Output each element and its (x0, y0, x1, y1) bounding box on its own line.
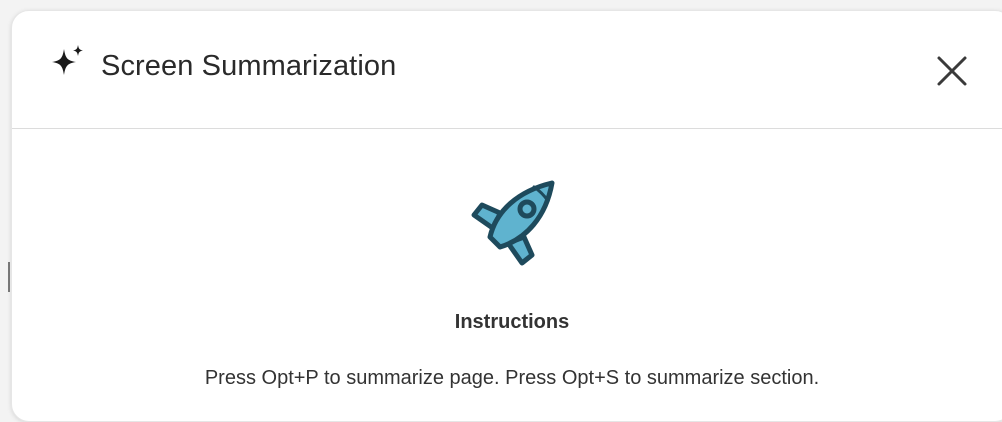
dialog-header: Screen Summarization (12, 11, 1002, 129)
instructions-heading: Instructions (454, 311, 570, 333)
close-icon (937, 56, 967, 86)
close-button[interactable] (930, 49, 974, 93)
summarization-dialog: Screen Summarization Instructions Press … (11, 10, 1002, 422)
dialog-title: Screen Summarization (101, 50, 397, 82)
sparkle-icon (52, 45, 83, 75)
rocket-icon (471, 180, 555, 266)
background-edge (8, 262, 10, 292)
instructions-text: Press Opt+P to summarize page. Press Opt… (204, 367, 820, 389)
